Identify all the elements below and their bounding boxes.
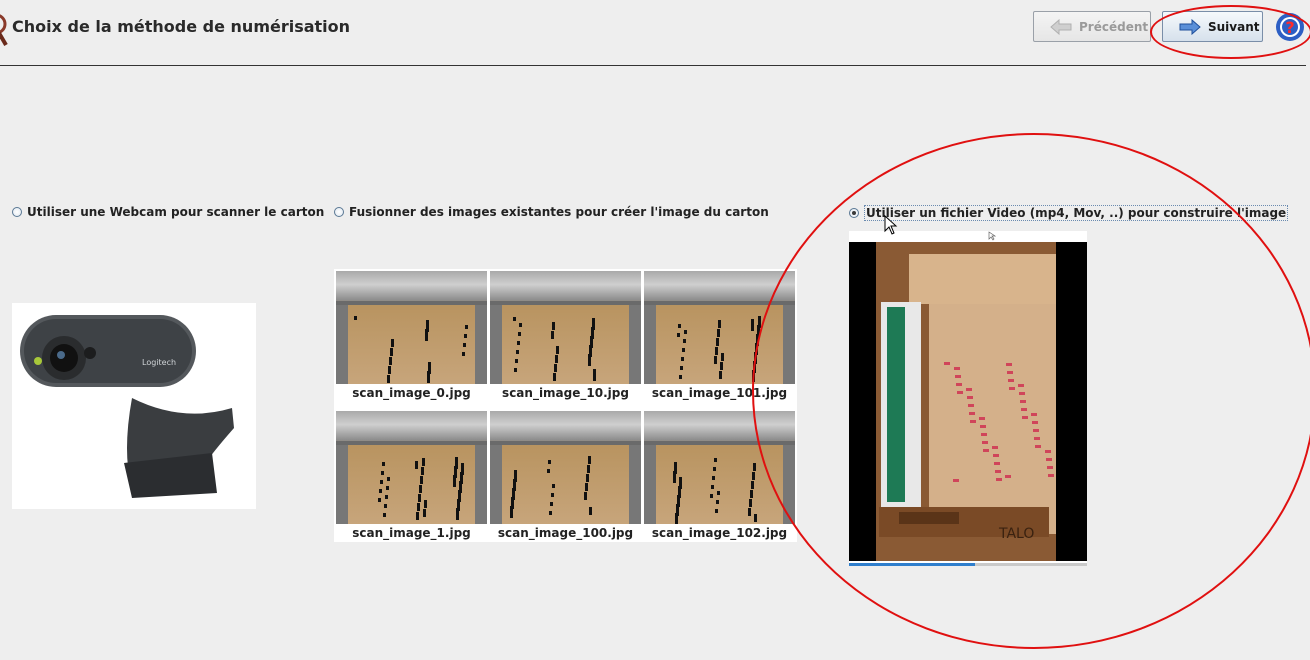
page-title: Choix de la méthode de numérisation xyxy=(12,17,351,36)
next-button[interactable]: Suivant xyxy=(1162,11,1263,42)
thumbnail-image xyxy=(644,411,795,524)
video-file-option-label: Utiliser un fichier Video (mp4, Mov, ..)… xyxy=(864,205,1289,221)
help-icon[interactable]: ? xyxy=(1275,12,1305,42)
webcam-image[interactable]: Logitech xyxy=(12,303,256,509)
previous-button[interactable]: Précédent xyxy=(1033,11,1151,42)
image-thumbnail[interactable]: scan_image_0.jpg xyxy=(336,271,487,404)
webcam-option-label: Utiliser une Webcam pour scanner le cart… xyxy=(27,205,325,219)
arrow-left-icon xyxy=(1050,18,1072,35)
webcam-radio[interactable] xyxy=(12,207,22,217)
merge-images-option[interactable]: Fusionner des images existantes pour cré… xyxy=(334,205,769,219)
video-file-option[interactable]: Utiliser un fichier Video (mp4, Mov, ..)… xyxy=(849,205,1289,221)
magnifier-icon xyxy=(0,14,8,46)
thumbnail-label: scan_image_1.jpg xyxy=(352,526,471,540)
video-frame-image: TALO xyxy=(849,242,1087,561)
webcam-illustration: Logitech xyxy=(20,315,234,498)
thumbnail-image xyxy=(336,411,487,524)
thumbnail-image xyxy=(490,271,641,384)
video-stamp-text: TALO xyxy=(998,526,1034,542)
thumbnail-image xyxy=(644,271,795,384)
previous-button-label: Précédent xyxy=(1079,19,1149,34)
thumbnail-label: scan_image_102.jpg xyxy=(651,526,788,540)
header-divider xyxy=(0,65,1306,66)
video-progress-fill xyxy=(849,563,976,566)
video-file-radio[interactable] xyxy=(849,208,859,218)
svg-text:?: ? xyxy=(1285,18,1294,37)
video-progress-bar[interactable] xyxy=(849,563,1087,566)
image-thumbnail[interactable]: scan_image_1.jpg xyxy=(336,411,487,544)
thumbnail-image xyxy=(336,271,487,384)
mouse-cursor-icon xyxy=(884,215,898,235)
image-thumbnail[interactable]: scan_image_100.jpg xyxy=(490,411,641,544)
thumbnail-label: scan_image_100.jpg xyxy=(497,526,634,540)
webcam-brand-text: Logitech xyxy=(142,358,176,367)
thumbnail-label: scan_image_101.jpg xyxy=(651,386,788,400)
webcam-option[interactable]: Utiliser une Webcam pour scanner le cart… xyxy=(12,205,324,219)
thumbnail-label: scan_image_0.jpg xyxy=(352,386,471,400)
thumbnail-label: scan_image_10.jpg xyxy=(502,386,629,400)
image-thumbnail[interactable]: scan_image_101.jpg xyxy=(644,271,795,404)
thumbnail-image xyxy=(490,411,641,524)
arrow-right-icon xyxy=(1179,18,1201,35)
image-thumbnail[interactable]: scan_image_102.jpg xyxy=(644,411,795,544)
merge-images-option-label: Fusionner des images existantes pour cré… xyxy=(349,205,769,219)
video-preview[interactable]: TALO xyxy=(849,231,1087,566)
merge-images-radio[interactable] xyxy=(334,207,344,217)
image-thumbnail-grid: scan_image_0.jpg scan_image_10.jpg scan_im… xyxy=(334,269,797,542)
small-cursor-icon xyxy=(988,231,996,241)
next-button-label: Suivant xyxy=(1208,19,1260,34)
image-thumbnail[interactable]: scan_image_10.jpg xyxy=(490,271,641,404)
